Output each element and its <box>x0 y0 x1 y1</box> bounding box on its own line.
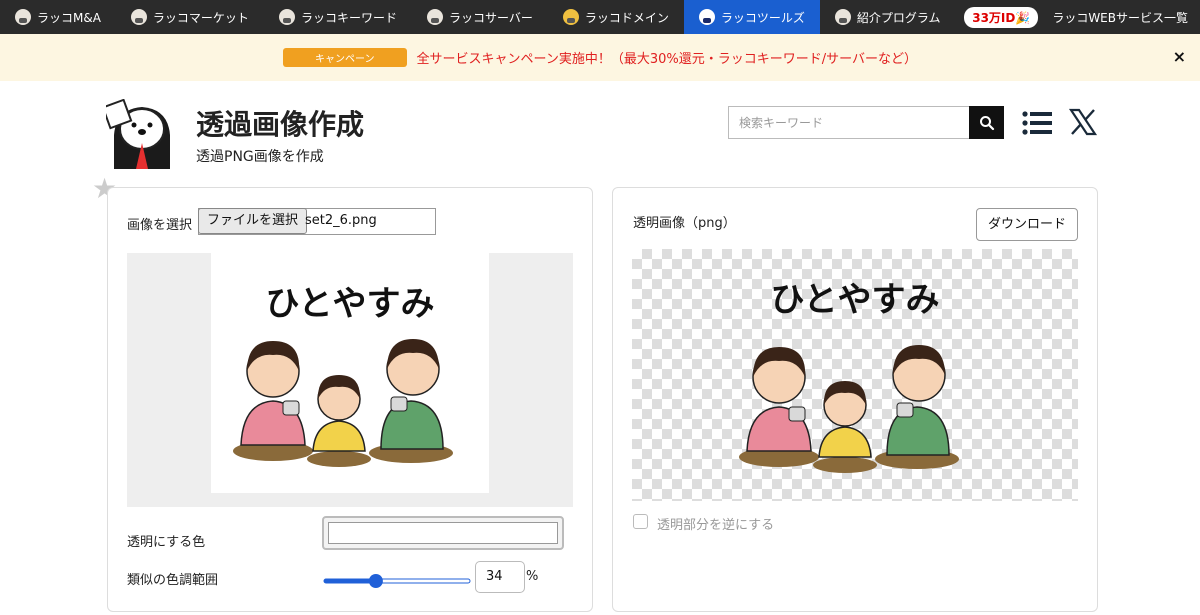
nav-item-rakko-domain[interactable]: ラッコドメイン <box>548 0 684 34</box>
illustration-caption: ひとやすみ <box>771 280 940 320</box>
nav-item-rakko-server[interactable]: ラッコサーバー <box>412 0 548 34</box>
tolerance-input[interactable]: 34 <box>475 561 525 593</box>
nav-item-referral[interactable]: 紹介プログラム <box>820 0 956 34</box>
invert-checkbox[interactable] <box>633 514 648 529</box>
x-twitter-icon[interactable] <box>1068 107 1098 137</box>
nav-item-rakko-keyword[interactable]: ラッコキーワード <box>264 0 412 34</box>
tolerance-label: 類似の色調範囲 <box>127 573 219 588</box>
close-icon[interactable]: × <box>1173 47 1186 66</box>
download-button[interactable]: ダウンロード <box>976 208 1078 241</box>
output-image-label: 透明画像（png） <box>633 216 736 231</box>
services-list-link[interactable]: ラッコWEBサービス一覧 <box>1052 9 1188 26</box>
campaign-text[interactable]: 全サービスキャンペーン実施中！（最大30%還元・ラッコキーワード/サーバーなど） <box>417 48 918 67</box>
rakko-icon <box>278 9 295 25</box>
rakko-icon <box>426 9 443 25</box>
tolerance-unit: % <box>526 569 539 584</box>
transparent-color-label: 透明にする色 <box>127 535 206 550</box>
search-button[interactable] <box>969 106 1004 139</box>
nav-item-label: ラッコサーバー <box>448 10 533 25</box>
slider-thumb[interactable] <box>368 574 383 588</box>
select-image-label: 画像を選択 <box>127 218 193 233</box>
search-icon <box>979 115 994 130</box>
page-subtitle: 透過PNG画像を作成 <box>196 149 324 165</box>
source-image: ひとやすみ <box>211 253 489 493</box>
nav-item-label: 紹介プログラム <box>856 10 941 25</box>
family-illustration <box>233 339 453 467</box>
nav-item-label: ラッコキーワード <box>300 10 397 25</box>
search-bar <box>728 106 1004 139</box>
source-preview: ひとやすみ <box>127 253 573 507</box>
id-count-badge[interactable]: 33万ID🎉 <box>964 6 1039 28</box>
tolerance-slider[interactable] <box>323 572 471 590</box>
rakko-icon <box>15 9 31 25</box>
transparent-preview: ひとやすみ <box>632 249 1078 501</box>
nav-item-rakko-market[interactable]: ラッコマーケット <box>116 0 264 34</box>
transparent-color-picker[interactable] <box>322 516 564 550</box>
illustration-caption: ひとやすみ <box>266 284 435 324</box>
rakko-icon <box>834 9 851 25</box>
rakko-icon <box>130 9 147 25</box>
page-title: 透過画像作成 <box>196 108 365 141</box>
top-nav: ラッコM&A ラッコマーケット ラッコキーワード ラッコサーバー ラッコドメイン… <box>0 0 1200 34</box>
rakko-logo <box>106 99 170 169</box>
nav-item-rakko-tools[interactable]: ラッコツールズ <box>683 0 820 34</box>
campaign-badge: キャンペーン <box>283 48 407 67</box>
rakko-icon <box>698 9 715 25</box>
nav-item-rakko-ma[interactable]: ラッコM&A <box>0 0 116 34</box>
menu-list-icon[interactable] <box>1022 111 1052 135</box>
rakko-icon <box>562 9 579 25</box>
nav-right: 33万ID🎉 ラッコWEBサービス一覧 <box>964 0 1200 34</box>
nav-item-label: ラッコドメイン <box>584 10 669 25</box>
nav-item-label: ラッコM&A <box>37 10 101 25</box>
family-illustration <box>739 345 959 473</box>
color-swatch <box>328 522 558 544</box>
nav-item-label: ラッコツールズ <box>720 10 805 25</box>
campaign-banner: キャンペーン 全サービスキャンペーン実施中！（最大30%還元・ラッコキーワード/… <box>0 34 1200 81</box>
nav-item-label: ラッコマーケット <box>152 10 249 25</box>
file-name: set2_6.png <box>305 213 377 228</box>
output-panel: 透明画像（png） ダウンロード ひとやすみ 透明部分を逆にする <box>612 187 1098 612</box>
choose-file-button[interactable]: ファイルを選択 <box>198 208 308 234</box>
input-panel: 画像を選択 ファイルを選択 set2_6.png ひとやすみ 透明にする色 類似… <box>107 187 593 612</box>
search-input[interactable] <box>728 106 969 139</box>
invert-label: 透明部分を逆にする <box>657 518 775 533</box>
